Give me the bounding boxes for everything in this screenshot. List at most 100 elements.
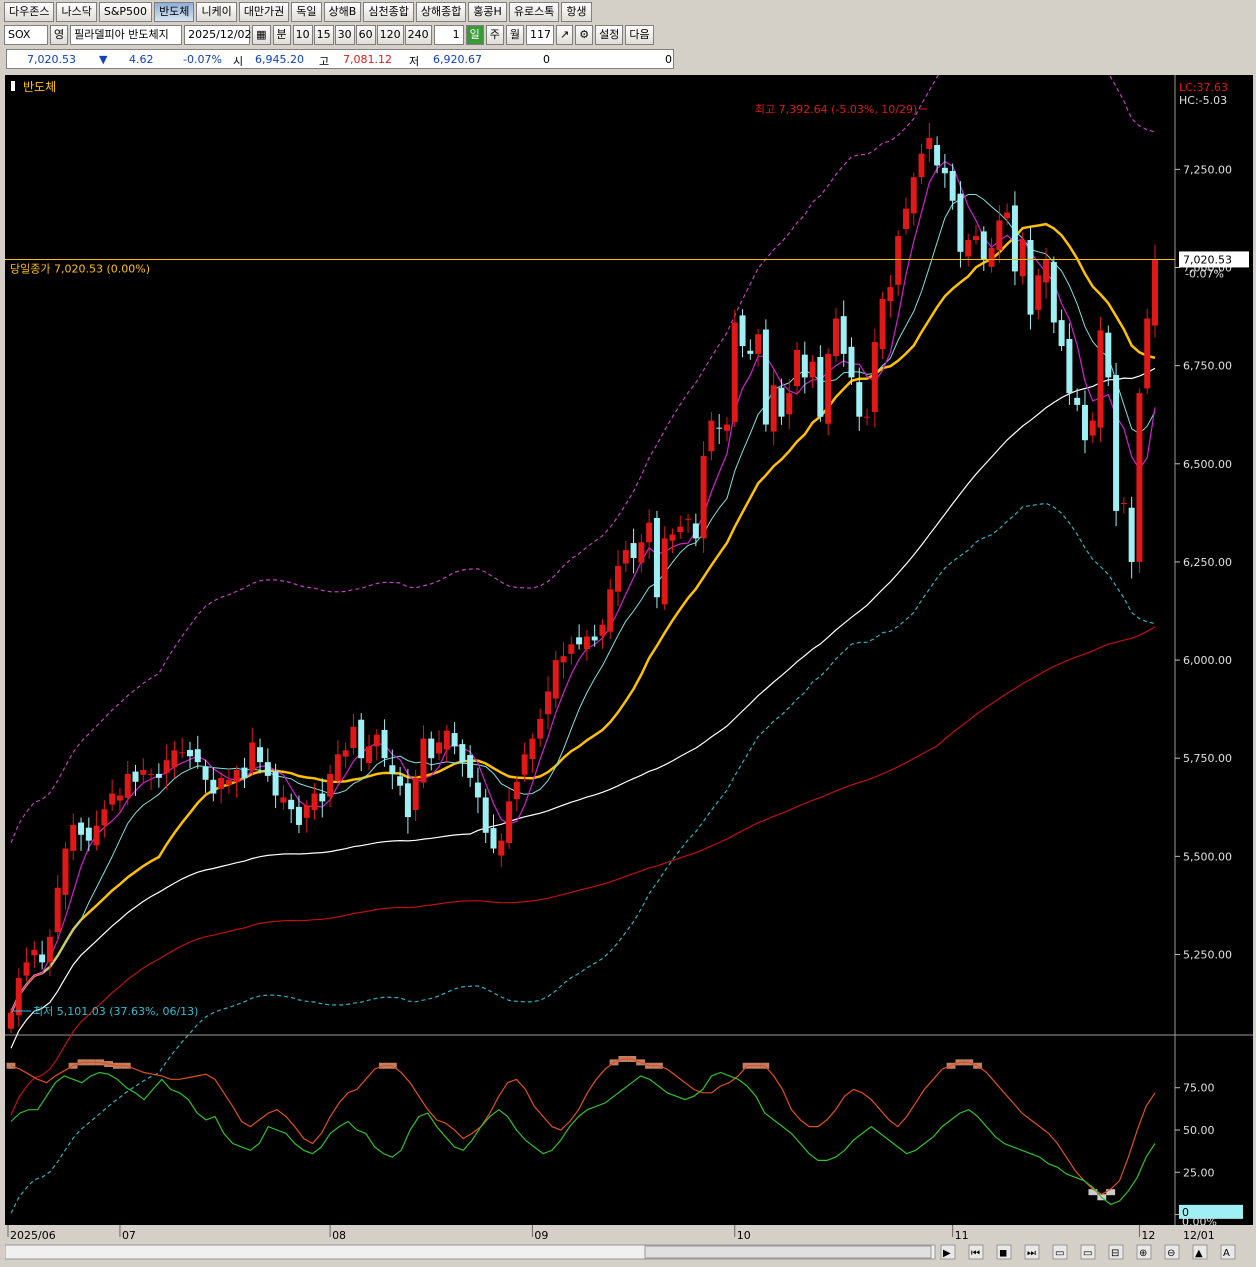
high-label: 고 — [319, 55, 330, 68]
tab-10[interactable]: 홍콩H — [468, 2, 507, 22]
candle-body — [358, 719, 365, 759]
settings-button[interactable]: 설정 — [595, 25, 624, 45]
next-button[interactable]: 다음 — [625, 25, 654, 45]
candle-body — [1120, 503, 1127, 505]
candle-body — [529, 738, 536, 759]
interval-button-30[interactable]: 30 — [334, 25, 355, 45]
tab-12[interactable]: 항생 — [561, 2, 592, 22]
tab-1[interactable]: 나스닥 — [56, 2, 97, 22]
interval-button-60[interactable]: 60 — [355, 25, 376, 45]
candle-body — [155, 773, 162, 778]
candle-body — [249, 742, 256, 771]
quote-change: 4.62 — [129, 53, 154, 66]
candle-body — [840, 316, 847, 354]
candle-body — [8, 1012, 14, 1029]
stock-chart[interactable]: 7,250.007,000.006,750.006,500.006,250.00… — [4, 0, 1253, 1261]
tab-6[interactable]: 독일 — [291, 2, 322, 22]
x-tick-label: 2025/06 — [10, 1229, 56, 1242]
symbol-field[interactable]: SOX — [4, 25, 48, 45]
calendar-icon[interactable]: ▦ — [252, 25, 271, 45]
quote-change-pct: -0.07% — [183, 53, 222, 66]
day-button[interactable]: 일 — [465, 25, 484, 45]
current-price-label: 당일종가 7,020.53 (0.00%) — [10, 261, 150, 275]
candle-body — [973, 236, 980, 241]
mode-toggle[interactable]: 영 — [50, 25, 69, 45]
candle-body — [1113, 375, 1120, 511]
x-tick-label: 10 — [737, 1229, 751, 1242]
tab-9[interactable]: 상해종합 — [415, 2, 467, 22]
scroll-control-icon: ⏮ — [971, 1248, 980, 1259]
candle-body — [692, 523, 699, 539]
x-tick-label: 09 — [534, 1229, 548, 1242]
candle-body — [459, 744, 466, 763]
candle-body — [544, 691, 551, 715]
y-tick-label: 5,250.00 — [1183, 948, 1232, 961]
tab-3[interactable]: 반도체 — [154, 2, 195, 22]
chart-area[interactable]: 7,250.00 7,000.00 6,750.00 6,500.00 6,250.00… — [4, 0, 1253, 1261]
candle-body — [109, 793, 116, 805]
y-tick-label: 6,500.00 — [1183, 458, 1232, 471]
candle-body — [786, 393, 793, 415]
candle-body — [731, 322, 738, 423]
fast-line — [10, 1058, 1156, 1195]
tab-4[interactable]: 니케이 — [196, 2, 237, 22]
chart-toolbar: SOX 영 필라델피아 반도체지 2025/12/02 ▦ 분 10 15 30 60… — [4, 24, 654, 46]
candle-body — [622, 550, 629, 564]
candle-body — [350, 726, 357, 748]
candle-body — [552, 660, 559, 699]
open-label: 시 — [233, 55, 244, 68]
candle-body — [1089, 420, 1096, 436]
oversold-fill — [1106, 1189, 1116, 1196]
candle-body — [568, 644, 575, 654]
low-annotation: 최저 5,101.03 (37.63%, 06/13) — [33, 1005, 198, 1018]
candle-body — [124, 773, 131, 798]
period-input[interactable]: 1 — [433, 25, 464, 45]
candle-body — [949, 170, 956, 201]
ma20-line — [9, 222, 1156, 1014]
indicator-icon[interactable]: ↗ — [556, 25, 574, 45]
tab-8[interactable]: 심천종합 — [363, 2, 414, 22]
scroll-control-icon: ◼ — [999, 1248, 1007, 1259]
candle-body — [148, 773, 155, 775]
tab-5[interactable]: 대만가권 — [238, 2, 290, 22]
candle-body — [583, 636, 590, 650]
interval-button-120[interactable]: 120 — [376, 25, 404, 45]
count-field[interactable]: 117 — [526, 25, 555, 45]
candle-body — [521, 754, 528, 775]
osc-tick-label: 25.00 — [1183, 1166, 1215, 1179]
scroll-control-icon: ▲ — [1195, 1248, 1203, 1259]
tab-7[interactable]: 상해B — [323, 2, 362, 22]
candle-body — [264, 762, 271, 776]
candle-body — [31, 949, 38, 956]
date-field[interactable]: 2025/12/02 — [184, 25, 252, 45]
tab-2[interactable]: S&P500 — [98, 2, 153, 22]
interval-button-240[interactable]: 240 — [404, 25, 432, 45]
low-value: 6,920.67 — [433, 53, 482, 66]
candle-body — [832, 318, 839, 357]
candle-body — [218, 777, 225, 789]
ma10-line — [10, 194, 1156, 1014]
tab-0[interactable]: 다우존스 — [4, 2, 55, 22]
candle-body — [498, 840, 505, 856]
candle-body — [1144, 318, 1151, 389]
market-tabs: 다우존스 나스닥 S&P500 반도체 니케이 대만가권 독일 상해B 심천종합 상해종합 홍콩H 유… — [4, 2, 592, 24]
candle-body — [85, 827, 92, 841]
candle-body — [1058, 320, 1065, 347]
minute-button[interactable]: 분 — [272, 25, 291, 45]
week-button[interactable]: 주 — [485, 25, 504, 45]
candle-body — [762, 329, 769, 425]
chart-title: 반도체 — [23, 80, 56, 94]
interval-button-10[interactable]: 10 — [292, 25, 313, 45]
candle-body — [825, 353, 832, 424]
tab-11[interactable]: 유로스톡 — [508, 2, 560, 22]
y-tick-label: 6,750.00 — [1183, 360, 1232, 373]
candle-body — [389, 765, 396, 774]
candle-body — [334, 754, 341, 781]
gear-icon[interactable]: ⚙ — [575, 25, 594, 45]
candle-body — [101, 809, 108, 826]
month-button[interactable]: 월 — [505, 25, 525, 45]
x-tick-label: 08 — [332, 1229, 346, 1242]
quote-price: 7,020.53 — [27, 53, 76, 66]
interval-button-15[interactable]: 15 — [313, 25, 334, 45]
candle-body — [747, 350, 754, 354]
